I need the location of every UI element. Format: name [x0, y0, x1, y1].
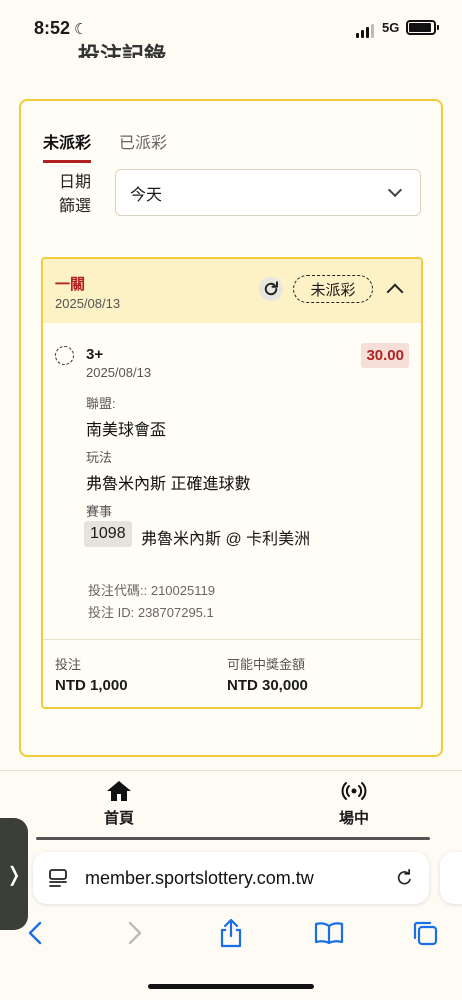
- bookmarks-button[interactable]: [314, 918, 344, 948]
- tab-settled[interactable]: 已派彩: [119, 129, 167, 161]
- battery-icon: [406, 20, 439, 35]
- refresh-icon: [264, 281, 278, 296]
- event-name: 弗魯米內斯 @ 卡利美洲: [141, 531, 311, 548]
- nav-home[interactable]: 首頁: [104, 779, 134, 828]
- tabs-button[interactable]: [410, 918, 440, 948]
- chevron-right-icon: [128, 921, 142, 945]
- event-label: 賽事: [86, 504, 113, 519]
- status-badge: 未派彩: [293, 275, 373, 303]
- chevron-down-icon: [387, 182, 403, 197]
- market-value: 弗魯米內斯 正確進球數: [86, 476, 251, 493]
- bet-id: 投注 ID: 238707295.1: [88, 605, 214, 620]
- nav-live-label: 場中: [339, 810, 370, 827]
- browser-toolbar: [0, 914, 462, 954]
- live-broadcast-icon: [341, 782, 367, 800]
- chevron-right-icon: ❭: [5, 863, 23, 886]
- market-label: 玩法: [86, 450, 113, 465]
- forward-button[interactable]: [120, 918, 150, 948]
- home-indicator: [148, 984, 314, 989]
- bet-card: 一關 2025/08/13 未派彩 3+ 2025/08/13 30.00 聯盟…: [41, 257, 423, 709]
- share-button[interactable]: [216, 918, 246, 948]
- page-title: 投注記錄: [78, 43, 167, 58]
- chevron-left-icon: [28, 921, 42, 945]
- back-button[interactable]: [20, 918, 50, 948]
- bet-card-header[interactable]: 一關 2025/08/13 未派彩: [43, 259, 421, 323]
- payout-value: NTD 30,000: [227, 677, 308, 694]
- selection-name: 3+: [86, 346, 104, 363]
- address-bar[interactable]: member.sportslottery.com.tw: [33, 852, 429, 904]
- odds-badge: 30.00: [361, 343, 409, 368]
- reload-icon[interactable]: [395, 868, 415, 888]
- bet-date: 2025/08/13: [55, 296, 121, 311]
- share-icon: [220, 918, 242, 948]
- home-icon: [107, 781, 131, 801]
- event-id-badge: 1098: [84, 521, 132, 547]
- bottom-nav: 首頁 場中: [0, 770, 462, 840]
- url-text[interactable]: member.sportslottery.com.tw: [85, 868, 379, 889]
- divider: [43, 639, 421, 640]
- bet-history-panel: 未派彩 已派彩 日期篩選 今天 一關 2025/08/13 未派彩 3+ 202…: [19, 99, 443, 757]
- league-label: 聯盟:: [86, 396, 116, 411]
- stake-value: NTD 1,000: [55, 677, 128, 694]
- chevron-up-icon[interactable]: [386, 283, 404, 301]
- bet-type: 一關: [55, 276, 86, 293]
- date-filter-label: 日期篩選: [58, 174, 91, 215]
- network-type: 5G: [382, 20, 400, 35]
- stake-label: 投注: [55, 657, 82, 672]
- next-tab-peek[interactable]: [440, 852, 462, 904]
- tabs-icon: [413, 921, 438, 946]
- nav-live[interactable]: 場中: [339, 779, 369, 828]
- nav-home-label: 首頁: [104, 810, 135, 827]
- book-icon: [314, 922, 344, 945]
- tab-bar: 未派彩 已派彩: [43, 129, 167, 163]
- pending-icon: [55, 346, 74, 365]
- status-bar: 8:52 ☾ 5G: [0, 0, 462, 58]
- reader-icon[interactable]: [47, 867, 69, 889]
- bet-code: 投注代碼:: 210025119: [88, 583, 215, 598]
- scroll-indicator: [36, 837, 430, 840]
- refresh-button[interactable]: [259, 277, 283, 301]
- signal-icon: [356, 24, 374, 38]
- date-filter-select[interactable]: 今天: [115, 169, 421, 216]
- payout-label: 可能中獎金額: [227, 657, 306, 672]
- tab-unsettled[interactable]: 未派彩: [43, 129, 92, 163]
- selection-date: 2025/08/13: [86, 365, 152, 380]
- date-filter-value: 今天: [130, 186, 163, 204]
- league-value: 南美球會盃: [86, 422, 167, 439]
